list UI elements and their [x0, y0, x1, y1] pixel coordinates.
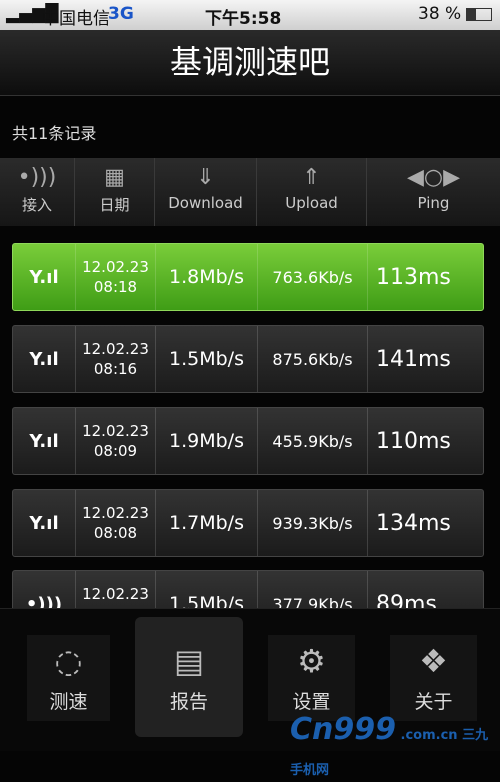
upload-speed: 455.9Kb/s — [258, 408, 368, 474]
time: 08:18 — [93, 278, 138, 296]
record-count: 共11条记录 — [12, 124, 97, 143]
column-download[interactable]: ⇓ Download — [155, 158, 257, 226]
gear-icon: ⚙ — [297, 642, 326, 680]
download-speed: 1.9Mb/s — [156, 408, 258, 474]
upload-icon: ⇑ — [302, 165, 321, 190]
watermark-logo: Cn999 .com.cn 三九手机网 — [290, 712, 489, 778]
column-access[interactable]: •))) 接入 — [0, 158, 75, 226]
column-label: 日期 — [99, 196, 130, 214]
date: 12.02.23 — [82, 340, 149, 358]
date-cell: 12.02.23 08:08 — [76, 490, 156, 556]
date: 12.02.23 — [82, 422, 149, 440]
date: 12.02.23 — [82, 585, 149, 603]
clock: 下午5:58 — [205, 9, 282, 29]
table-row[interactable]: Y.ıl 12.02.23 08:08 1.7Mb/s 939.3Kb/s 134… — [12, 489, 484, 557]
ping-value: 113ms — [376, 264, 451, 290]
download-speed: 1.5Mb/s — [156, 326, 258, 392]
download-speed: 1.7Mb/s — [156, 490, 258, 556]
calendar-icon: ▦ — [104, 165, 125, 190]
table-row[interactable]: Y.ıl 12.02.23 08:09 1.9Mb/s 455.9Kb/s 110… — [12, 407, 484, 475]
tab-about[interactable]: ❖ 关于 — [390, 635, 477, 721]
upload-speed: 763.6Kb/s — [258, 244, 368, 310]
tab-speedtest[interactable]: ◌ 测速 — [27, 635, 110, 721]
cellular-signal-icon: Y.ıl — [13, 326, 76, 392]
date-cell: 12.02.23 08:18 — [76, 244, 156, 310]
tab-label: 关于 — [414, 691, 453, 713]
table-row[interactable]: Y.ıl 12.02.23 08:18 1.8Mb/s 763.6Kb/s 113… — [12, 243, 484, 311]
date-cell: 12.02.23 08:09 — [76, 408, 156, 474]
tab-report[interactable]: ▤ 报告 — [135, 617, 243, 737]
about-icon: ❖ — [419, 642, 448, 680]
column-date[interactable]: ▦ 日期 — [75, 158, 155, 226]
tab-settings[interactable]: ⚙ 设置 — [268, 635, 355, 721]
column-ping[interactable]: ◀○▶ Ping — [367, 158, 500, 226]
date-cell: 12.02.23 08:16 — [76, 326, 156, 392]
time: 08:16 — [93, 360, 138, 378]
table-row[interactable]: Y.ıl 12.02.23 08:16 1.5Mb/s 875.6Kb/s 141… — [12, 325, 484, 393]
ping-icon: ◀○▶ — [406, 165, 461, 190]
ping-value: 110ms — [376, 428, 451, 454]
wifi-icon: •))) — [17, 165, 57, 190]
download-icon: ⇓ — [196, 165, 215, 190]
battery-percent: 38 % — [418, 4, 462, 24]
ping-value: 141ms — [376, 346, 451, 372]
download-speed: 1.8Mb/s — [156, 244, 258, 310]
date: 12.02.23 — [82, 258, 149, 276]
cellular-signal-icon: Y.ıl — [13, 244, 76, 310]
battery-icon — [466, 8, 492, 21]
carrier: 中国电信 — [42, 9, 110, 29]
cellular-signal-icon: Y.ıl — [13, 408, 76, 474]
cellular-signal-icon: Y.ıl — [13, 490, 76, 556]
column-label: 接入 — [21, 196, 52, 214]
tab-label: 报告 — [169, 691, 208, 713]
speedometer-icon: ◌ — [54, 642, 83, 680]
column-label: Ping — [417, 194, 450, 212]
column-upload[interactable]: ⇑ Upload — [257, 158, 367, 226]
page-title: 基调测速吧 — [0, 30, 500, 96]
column-header: •))) 接入 ▦ 日期 ⇓ Download ⇑ Upload ◀○▶ Ping — [0, 158, 500, 226]
ping-value: 134ms — [376, 510, 451, 536]
network-type: 3G — [108, 4, 134, 24]
date: 12.02.23 — [82, 504, 149, 522]
time: 08:09 — [93, 442, 138, 460]
column-label: Upload — [285, 194, 338, 212]
tab-label: 设置 — [292, 691, 331, 713]
time: 08:08 — [93, 524, 138, 542]
column-label: Download — [168, 194, 243, 212]
upload-speed: 875.6Kb/s — [258, 326, 368, 392]
report-icon: ▤ — [173, 642, 205, 680]
upload-speed: 939.3Kb/s — [258, 490, 368, 556]
status-bar: ▂▄▆█ 中国电信 3G 下午5:58 38 % — [0, 0, 500, 30]
tab-label: 测速 — [49, 691, 88, 713]
